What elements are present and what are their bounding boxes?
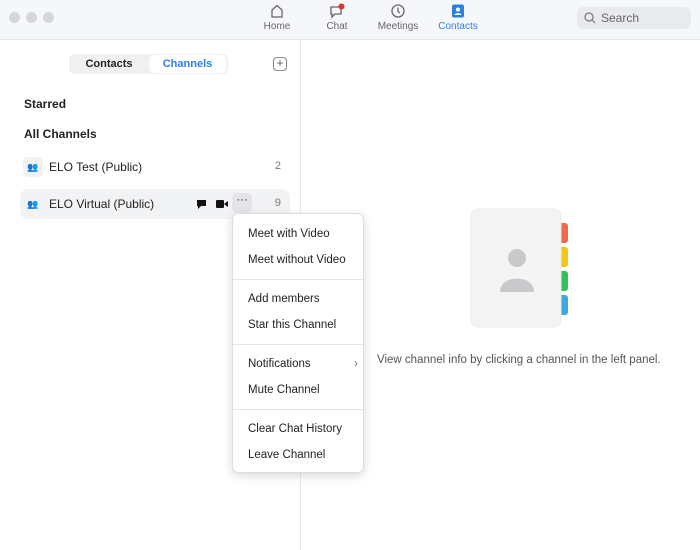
group-icon: 👥 (23, 157, 43, 177)
nav-home[interactable]: Home (247, 3, 307, 32)
menu-mute-channel[interactable]: Mute Channel (248, 384, 320, 396)
add-channel-button[interactable]: + (273, 57, 287, 71)
channel-name: ELO Virtual (Public) (49, 197, 155, 211)
channel-context-menu: Meet with Video Meet without Video Add m… (232, 213, 364, 473)
channel-row[interactable]: 👥 ELO Test (Public) 2 (20, 152, 290, 182)
nav-meetings[interactable]: Meetings (368, 3, 428, 32)
contacts-channels-toggle: Contacts Channels (69, 54, 228, 74)
tab-contacts[interactable]: Contacts (69, 54, 149, 74)
more-options-button[interactable]: ··· (232, 193, 252, 213)
search-placeholder: Search (601, 11, 640, 25)
nav-label: Chat (326, 21, 348, 32)
menu-leave-channel[interactable]: Leave Channel (248, 449, 325, 461)
clock-icon (391, 4, 405, 18)
menu-add-members[interactable]: Add members (248, 293, 320, 305)
video-icon[interactable] (216, 199, 228, 209)
menu-clear-chat-history[interactable]: Clear Chat History (248, 423, 342, 435)
menu-divider (233, 409, 363, 410)
menu-notifications[interactable]: Notifications › (248, 358, 358, 370)
search-icon (584, 12, 596, 24)
chevron-right-icon: › (354, 358, 358, 370)
tab-channels[interactable]: Channels (149, 55, 226, 73)
contact-book-icon (470, 208, 568, 328)
group-icon: 👥 (23, 194, 43, 214)
nav-chat[interactable]: Chat (307, 3, 367, 32)
menu-star-channel[interactable]: Star this Channel (248, 319, 336, 331)
nav-label: Contacts (438, 21, 478, 32)
menu-divider (233, 344, 363, 345)
starred-heading[interactable]: Starred (24, 97, 66, 111)
channel-name: ELO Test (Public) (49, 160, 143, 174)
contacts-icon (452, 4, 464, 18)
zoom-window-button[interactable] (43, 12, 54, 23)
menu-meet-with-video[interactable]: Meet with Video (248, 228, 330, 240)
member-count: 2 (274, 160, 281, 172)
close-window-button[interactable] (9, 12, 20, 23)
empty-state-text: View channel info by clicking a channel … (377, 354, 661, 366)
member-count: 9 (274, 197, 281, 209)
menu-meet-without-video[interactable]: Meet without Video (248, 254, 346, 266)
chat-bubble-icon[interactable] (196, 199, 207, 210)
search-input[interactable]: Search (577, 7, 691, 29)
home-icon (271, 4, 283, 18)
minimize-window-button[interactable] (26, 12, 37, 23)
title-bar: Home Chat Meetings Contacts Search (0, 0, 700, 40)
menu-divider (233, 279, 363, 280)
menu-label: Notifications (248, 358, 311, 370)
all-channels-heading[interactable]: All Channels (24, 127, 97, 141)
nav-label: Meetings (377, 21, 419, 32)
nav-contacts[interactable]: Contacts (428, 3, 488, 32)
nav-label: Home (263, 21, 291, 32)
chat-icon (330, 3, 345, 19)
